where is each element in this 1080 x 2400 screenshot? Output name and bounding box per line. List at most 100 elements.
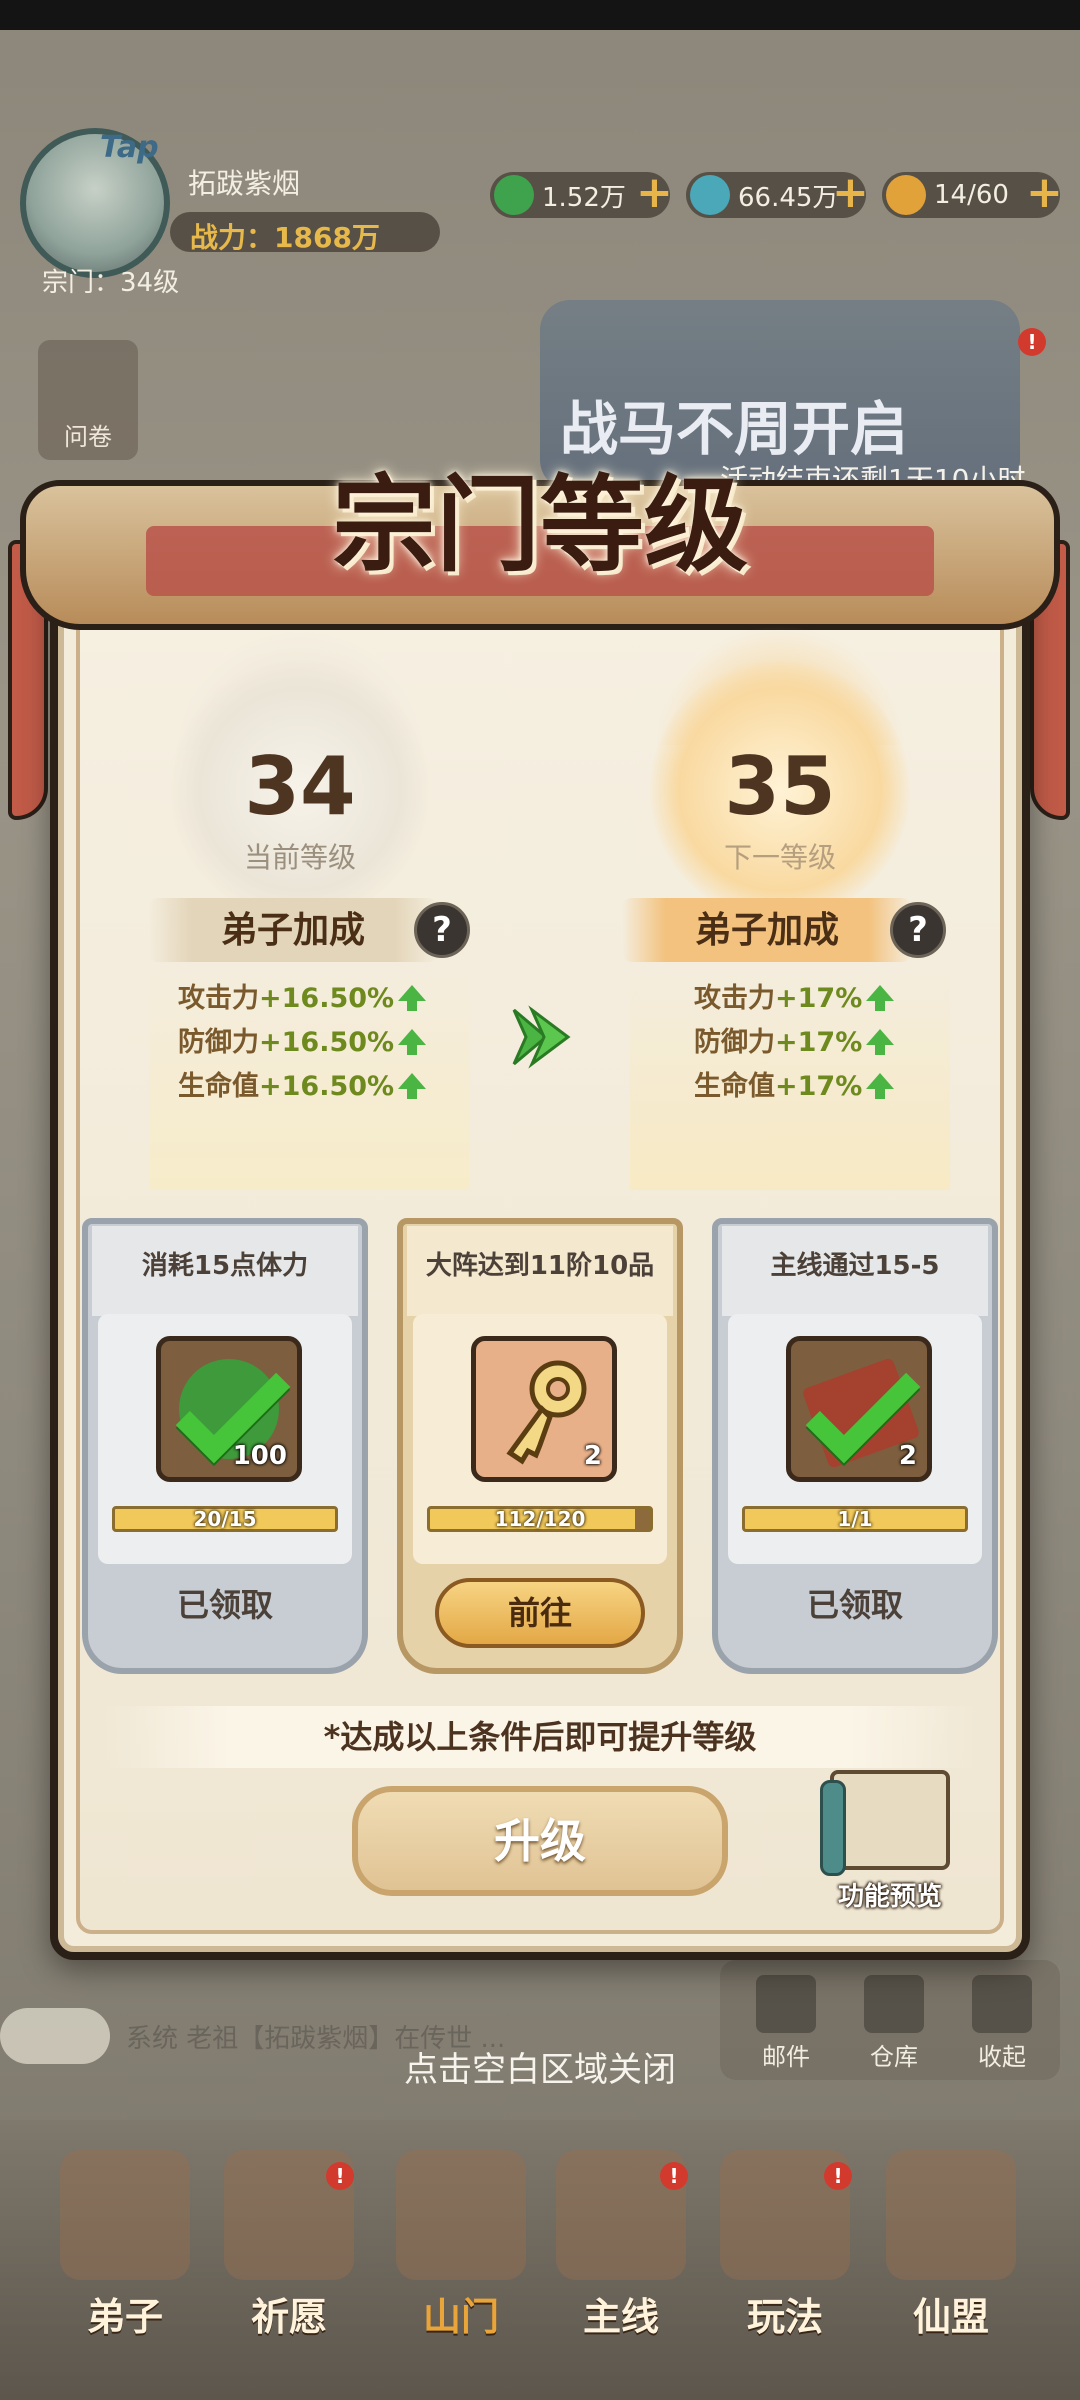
alliance-icon (886, 2150, 1016, 2280)
nav-label: 玩法 (746, 2295, 823, 2339)
scroll-icon (820, 1770, 950, 1876)
nav-label: 主线 (582, 2295, 659, 2339)
up-arrow-icon (398, 1029, 427, 1055)
tap-label: Tap (100, 130, 159, 165)
disciple-icon (60, 2150, 190, 2280)
task-title: 大阵达到11阶10品 (407, 1226, 673, 1316)
mail-icon (756, 1975, 816, 2033)
stat-value: +16.50% (259, 1071, 395, 1102)
main-line-alert-badge: ! (660, 2162, 688, 2190)
card-body: 2 112/120 (413, 1314, 667, 1564)
task-item-slot[interactable]: 100 (156, 1336, 302, 1482)
task-progress-bar: 20/15 (112, 1506, 338, 1532)
stat-name: 防御力 (178, 1027, 259, 1058)
resource-jade-value: 1.52万 (542, 182, 626, 213)
current-level-caption: 当前等级 (243, 841, 356, 874)
item-count: 2 (898, 1441, 917, 1471)
task-progress-text: 112/120 (494, 1507, 586, 1531)
resource-stamina[interactable]: 14/60 + (882, 171, 1063, 218)
up-arrow-icon (398, 985, 427, 1011)
item-count: 100 (232, 1441, 287, 1471)
status-bar (0, 0, 1080, 30)
go-button[interactable]: 前往 (435, 1578, 645, 1648)
task-progress-bar: 1/1 (742, 1506, 968, 1532)
stat-name: 攻击力 (178, 983, 259, 1014)
upgrade-button[interactable]: 升级 (352, 1786, 728, 1896)
task-progress-text: 1/1 (837, 1507, 873, 1531)
resource-gem-value: 66.45万 (738, 182, 839, 213)
task-title: 主线通过15-5 (722, 1226, 988, 1316)
add-stamina-icon[interactable]: + (1026, 171, 1066, 215)
current-bonus-tag: 弟子加成 (148, 898, 438, 962)
resource-stamina-value: 14/60 (934, 180, 1009, 210)
progress-arrow-icon (512, 1005, 571, 1069)
task-item-slot[interactable]: 2 (471, 1336, 617, 1482)
progress-empty (634, 1509, 650, 1529)
nav-label: 山门 (422, 2295, 499, 2339)
gameplay-alert-badge: ! (824, 2162, 852, 2190)
up-arrow-icon (866, 1073, 895, 1099)
nav-label: 弟子 (86, 2295, 163, 2339)
current-defense-stat: 防御力+16.50% (178, 1020, 427, 1059)
wish-alert-badge: ! (326, 2162, 354, 2190)
claimed-label: 已领取 (176, 1586, 273, 1624)
player-name: 拓跋紫烟 (188, 167, 301, 200)
collapse-grid-icon (972, 1975, 1032, 2033)
task-progress-text: 20/15 (193, 1507, 257, 1531)
current-bonus-help-icon[interactable]: ? (414, 902, 470, 958)
feature-preview-button[interactable]: 功能预览 (820, 1770, 960, 1912)
up-arrow-icon (866, 1029, 895, 1055)
stat-value: +17% (775, 1027, 863, 1058)
dialog-title: 宗门等级 (331, 463, 748, 586)
item-count: 2 (583, 1441, 602, 1471)
current-attack-stat: 攻击力+16.50% (178, 976, 427, 1015)
feature-preview-label: 功能预览 (837, 1882, 942, 1912)
resource-gem[interactable]: 66.45万 + (686, 171, 869, 218)
sect-level: 宗门：34级 (42, 268, 180, 298)
card-body: 2 1/1 (728, 1314, 982, 1564)
nav-label: 祈愿 (250, 2295, 327, 2339)
task-card-main-line: 主线通过15-5 2 1/1 已领取 (712, 1218, 998, 1674)
next-bonus-help-icon[interactable]: ? (890, 902, 946, 958)
next-defense-stat: 防御力+17% (694, 1020, 895, 1059)
task-card-stamina: 消耗15点体力 100 20/15 已领取 (82, 1218, 368, 1674)
nav-disciples[interactable]: 弟子 (40, 2150, 210, 2340)
stat-name: 防御力 (694, 1027, 775, 1058)
warehouse-icon (864, 1975, 924, 2033)
upgrade-condition-hint: *达成以上条件后即可提升等级 (100, 1706, 980, 1768)
card-body: 100 20/15 (98, 1314, 352, 1564)
up-arrow-icon (866, 985, 895, 1011)
stamina-flame-icon (886, 175, 926, 215)
sect-gate-icon (396, 2150, 526, 2280)
next-level-caption: 下一等级 (723, 841, 836, 874)
stat-value: +16.50% (259, 1027, 395, 1058)
stat-name: 生命值 (694, 1071, 775, 1102)
next-bonus-tag: 弟子加成 (622, 898, 912, 962)
nav-alliance[interactable]: 仙盟 (866, 2150, 1036, 2340)
nav-sect-gate[interactable]: 山门 (376, 2150, 546, 2340)
stat-value: +16.50% (259, 983, 395, 1014)
next-attack-stat: 攻击力+17% (694, 976, 895, 1015)
task-card-formation: 大阵达到11阶10品 2 112/120 前往 (397, 1218, 683, 1674)
task-progress-bar: 112/120 (427, 1506, 653, 1532)
add-jade-icon[interactable]: + (636, 171, 676, 215)
claimed-label: 已领取 (806, 1586, 903, 1624)
next-hp-stat: 生命值+17% (694, 1064, 895, 1103)
current-level-number: 34 (244, 740, 356, 833)
event-alert-badge: ! (1018, 328, 1046, 356)
task-title: 消耗15点体力 (92, 1226, 358, 1316)
nav-label: 仙盟 (912, 2295, 989, 2339)
stat-value: +17% (775, 1071, 863, 1102)
stat-value: +17% (775, 983, 863, 1014)
close-hint[interactable]: 点击空白区域关闭 (0, 2042, 1080, 2091)
stat-name: 生命值 (178, 1071, 259, 1102)
next-level-number: 35 (724, 740, 836, 833)
add-gem-icon[interactable]: + (832, 171, 872, 215)
blue-gem-icon (690, 175, 730, 215)
combat-power: 战力：1868万 (190, 221, 380, 254)
resource-jade[interactable]: 1.52万 + (490, 171, 673, 218)
stat-name: 攻击力 (694, 983, 775, 1014)
jade-coin-icon (494, 175, 534, 215)
current-hp-stat: 生命值+16.50% (178, 1064, 427, 1103)
task-item-slot[interactable]: 2 (786, 1336, 932, 1482)
